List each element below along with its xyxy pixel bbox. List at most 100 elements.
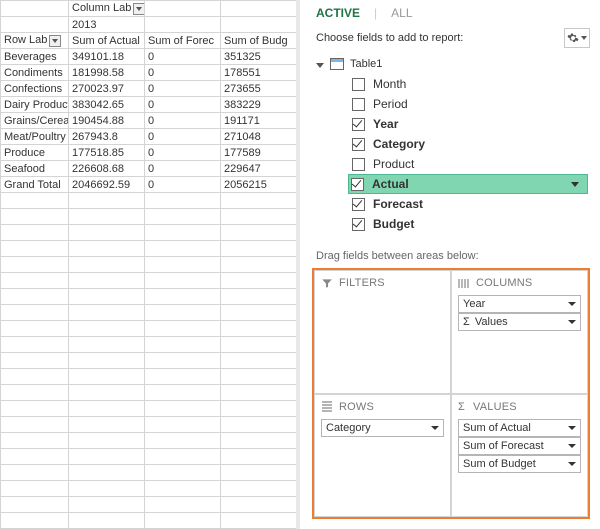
empty-row <box>1 417 300 433</box>
field-label: Year <box>373 117 398 131</box>
table-row: Condiments181998.580178551 <box>1 65 300 81</box>
area-item-label: Sum of Actual <box>463 422 531 434</box>
empty-row <box>1 513 300 529</box>
pivot-table-grid[interactable]: Column Lab 2013 20 Row Lab Sum of Actual… <box>0 0 299 529</box>
area-item-label: Sum of Budget <box>463 458 536 470</box>
empty-row <box>1 433 300 449</box>
empty-row <box>1 497 300 513</box>
area-item-label: Σ Values <box>463 316 508 328</box>
areas-grid: FILTERS COLUMNS YearΣ Values ROWS Catego… <box>312 268 590 519</box>
empty-row <box>1 337 300 353</box>
area-item[interactable]: Category <box>321 419 444 437</box>
table-row: Confections270023.970273655 <box>1 81 300 97</box>
pivot-field-list-pane: ACTIVE | ALL Choose fields to add to rep… <box>299 0 600 529</box>
field-tree: Table1 Month Period Year Category Product Act… <box>300 54 600 240</box>
area-item[interactable]: Sum of Forecast <box>458 437 581 455</box>
chevron-down-icon[interactable] <box>568 426 576 430</box>
table-row: Dairy Products383042.650383229 <box>1 97 300 113</box>
area-item[interactable]: Sum of Budget <box>458 455 581 473</box>
empty-row <box>1 481 300 497</box>
field-label: Period <box>373 97 408 111</box>
empty-row <box>1 465 300 481</box>
empty-row <box>1 273 300 289</box>
field-label: Actual <box>372 177 409 191</box>
table-name-label: Table1 <box>350 58 382 70</box>
area-item[interactable]: Year <box>458 295 581 313</box>
sigma-icon: Σ <box>463 316 470 328</box>
empty-row <box>1 305 300 321</box>
field-label: Forecast <box>373 197 423 211</box>
drag-instruction-label: Drag fields between areas below: <box>300 240 600 268</box>
field-label: Budget <box>373 217 414 231</box>
field-checkbox[interactable] <box>352 198 365 211</box>
chevron-down-icon[interactable] <box>568 462 576 466</box>
field-forecast[interactable]: Forecast <box>350 194 588 214</box>
field-label: Category <box>373 137 425 151</box>
field-checkbox[interactable] <box>352 118 365 131</box>
values-area[interactable]: Σ VALUES Sum of ActualSum of ForecastSum… <box>451 394 588 518</box>
chevron-down-icon <box>581 36 587 40</box>
field-year[interactable]: Year <box>350 114 588 134</box>
pane-splitter[interactable] <box>296 0 300 529</box>
columns-area[interactable]: COLUMNS YearΣ Values <box>451 270 588 394</box>
columns-icon <box>458 278 470 289</box>
field-checkbox[interactable] <box>352 78 365 91</box>
field-list-tabs: ACTIVE | ALL <box>300 0 600 24</box>
field-label: Month <box>373 77 406 91</box>
table-icon <box>330 58 344 70</box>
empty-row <box>1 209 300 225</box>
area-item-label: Category <box>326 422 371 434</box>
chevron-down-icon[interactable] <box>568 444 576 448</box>
grand-total-row: Grand Total 2046692.59 0 2056215 <box>1 177 300 193</box>
measure-header-row: Row Lab Sum of Actual Sum of Forec Sum o… <box>1 33 300 49</box>
tab-separator: | <box>374 6 377 20</box>
gear-icon <box>567 32 579 44</box>
table-node[interactable]: Table1 <box>316 54 588 74</box>
row-labels-dropdown-icon[interactable] <box>49 35 61 47</box>
chevron-down-icon[interactable] <box>568 320 576 324</box>
empty-row <box>1 449 300 465</box>
empty-row <box>1 401 300 417</box>
rows-icon <box>321 401 333 412</box>
tab-active[interactable]: ACTIVE <box>316 6 360 20</box>
field-checkbox[interactable] <box>351 178 364 191</box>
empty-row <box>1 257 300 273</box>
field-checkbox[interactable] <box>352 158 365 171</box>
chevron-down-icon[interactable] <box>431 426 439 430</box>
filters-area[interactable]: FILTERS <box>314 270 451 394</box>
year-header-row: 2013 20 <box>1 17 300 33</box>
field-checkbox[interactable] <box>352 98 365 111</box>
empty-row <box>1 225 300 241</box>
empty-row <box>1 369 300 385</box>
field-checkbox[interactable] <box>352 218 365 231</box>
field-month[interactable]: Month <box>350 74 588 94</box>
field-category[interactable]: Category <box>350 134 588 154</box>
table-row: Beverages349101.180351325 <box>1 49 300 65</box>
sigma-icon: Σ <box>458 401 465 413</box>
field-budget[interactable]: Budget <box>350 214 588 234</box>
column-labels-dropdown-icon[interactable] <box>133 3 144 15</box>
field-label: Product <box>373 157 414 171</box>
rows-area[interactable]: ROWS Category <box>314 394 451 518</box>
empty-row <box>1 193 300 209</box>
area-item[interactable]: Sum of Actual <box>458 419 581 437</box>
empty-row <box>1 353 300 369</box>
tools-dropdown-button[interactable] <box>564 28 590 48</box>
field-dropdown-icon[interactable] <box>571 182 579 187</box>
area-item[interactable]: Σ Values <box>458 313 581 331</box>
table-row: Seafood226608.680229647 <box>1 161 300 177</box>
field-product[interactable]: Product <box>350 154 588 174</box>
empty-row <box>1 241 300 257</box>
area-item-label: Year <box>463 298 485 310</box>
chevron-down-icon[interactable] <box>568 302 576 306</box>
field-actual[interactable]: Actual <box>348 174 588 194</box>
table-row: Produce177518.850177589 <box>1 145 300 161</box>
disclosure-triangle-icon[interactable] <box>316 63 324 68</box>
area-item-label: Sum of Forecast <box>463 440 544 452</box>
empty-row <box>1 385 300 401</box>
empty-row <box>1 321 300 337</box>
empty-row <box>1 289 300 305</box>
tab-all[interactable]: ALL <box>391 6 412 20</box>
field-period[interactable]: Period <box>350 94 588 114</box>
field-checkbox[interactable] <box>352 138 365 151</box>
